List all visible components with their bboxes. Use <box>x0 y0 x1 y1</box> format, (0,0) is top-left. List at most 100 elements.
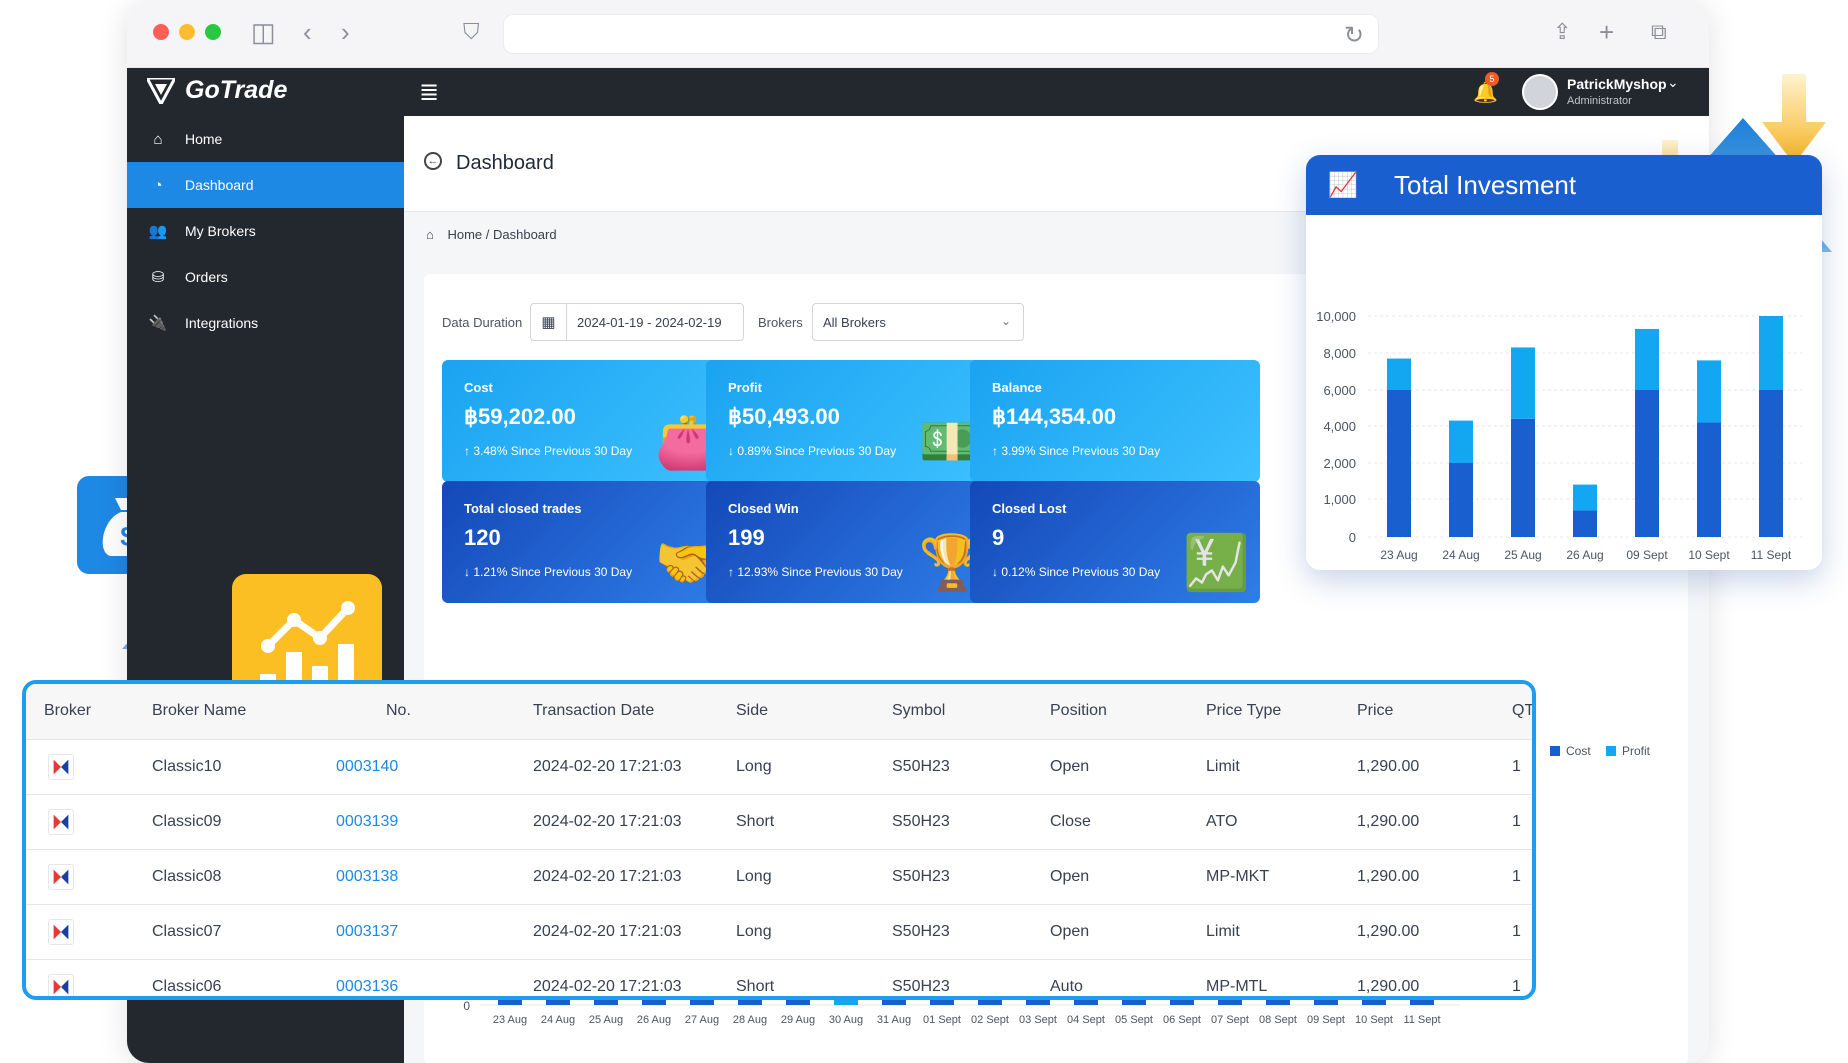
column-header-symbol[interactable]: Symbol <box>892 702 945 720</box>
chevron-down-icon: ⌄ <box>1000 314 1011 328</box>
y-tick-label: 0 <box>463 999 470 1013</box>
column-header-position[interactable]: Position <box>1050 702 1107 720</box>
table-row[interactable]: Classic08 0003138 2024-02-20 17:21:03 Lo… <box>26 850 1532 905</box>
x-tick-label: 10 Sept <box>1355 1014 1393 1026</box>
dashboard-icon: ◔ <box>153 176 163 194</box>
back-icon[interactable]: ‹ <box>303 18 312 46</box>
column-header-price[interactable]: Price <box>1357 702 1393 720</box>
bar-segment-dark <box>1573 510 1597 537</box>
card-title: Closed Win <box>728 501 799 516</box>
profit-card[interactable]: Profit ฿50,493.00 ↓ 0.89% Since Previous… <box>706 360 996 482</box>
cell-price-type: Limit <box>1206 758 1240 775</box>
cell-qty: 1 <box>1512 978 1521 995</box>
x-tick-label: 31 Aug <box>877 1014 911 1026</box>
sidebar-item-my-brokers[interactable]: 👥 My Brokers <box>127 208 404 254</box>
y-tick-label: 8,000 <box>1323 346 1356 361</box>
cell-symbol: S50H23 <box>892 813 950 830</box>
tabs-overview-icon[interactable]: ⧉ <box>1651 18 1667 46</box>
table-row[interactable]: Classic10 0003140 2024-02-20 17:21:03 Lo… <box>26 740 1532 795</box>
share-icon[interactable]: ⇪ <box>1553 18 1571 46</box>
minimize-window-button[interactable] <box>179 24 195 40</box>
reload-icon[interactable]: ↻ <box>1344 21 1364 50</box>
breadcrumb-home-icon[interactable]: ⌂ <box>426 227 434 242</box>
user-menu-chevron-icon[interactable]: ⌄ <box>1667 74 1679 91</box>
user-name[interactable]: PatrickMyshop <box>1567 76 1667 92</box>
cell-symbol: S50H23 <box>892 978 950 995</box>
x-tick-label: 24 Aug <box>541 1014 575 1026</box>
breadcrumb: ⌂ Home / Dashboard <box>426 227 557 242</box>
column-header-no[interactable]: No. <box>386 702 411 720</box>
card-title: Cost <box>464 380 493 395</box>
cell-side: Long <box>736 923 772 940</box>
gotrade-logo-icon <box>147 77 175 104</box>
cell-no-link[interactable]: 0003137 <box>336 923 398 941</box>
column-header-side[interactable]: Side <box>736 702 768 720</box>
closed-lost-card[interactable]: Closed Lost 9 ↓ 0.12% Since Previous 30 … <box>970 481 1260 603</box>
sidebar-item-label: Dashboard <box>185 177 254 193</box>
bar-segment-light <box>1697 360 1721 423</box>
cell-date: 2024-02-20 17:21:03 <box>533 868 682 885</box>
table-row[interactable]: Classic06 0003136 2024-02-20 17:21:03 Sh… <box>26 960 1532 996</box>
cell-qty: 1 <box>1512 758 1521 775</box>
date-range-input[interactable]: ▦ 2024-01-19 - 2024-02-19 <box>530 303 744 341</box>
column-header-qty[interactable]: QT <box>1512 702 1532 720</box>
shield-icon[interactable]: ⛉ <box>463 18 480 46</box>
sidebar-toggle-icon[interactable]: ◫ <box>251 18 276 46</box>
cell-price: 1,290.00 <box>1357 868 1420 885</box>
close-window-button[interactable] <box>153 24 169 40</box>
cell-no-link[interactable]: 0003139 <box>336 813 398 831</box>
balance-card[interactable]: Balance ฿144,354.00 ↑ 3.99% Since Previo… <box>970 360 1260 482</box>
cell-price-type: Limit <box>1206 923 1240 940</box>
legend-label: Cost <box>1566 744 1591 758</box>
forward-icon[interactable]: › <box>341 18 350 46</box>
breadcrumb-text[interactable]: Home / Dashboard <box>447 227 556 242</box>
cell-no-link[interactable]: 0003138 <box>336 868 398 886</box>
brand-logo[interactable]: GoTrade <box>147 76 287 105</box>
bar-segment-dark <box>1635 390 1659 537</box>
cell-symbol: S50H23 <box>892 923 950 940</box>
cell-side: Long <box>736 868 772 885</box>
sidebar-item-dashboard[interactable]: ◔ Dashboard <box>127 162 404 208</box>
table-row[interactable]: Classic07 0003137 2024-02-20 17:21:03 Lo… <box>26 905 1532 960</box>
cost-card[interactable]: Cost ฿59,202.00 ↑ 3.48% Since Previous 3… <box>442 360 732 482</box>
x-tick-label: 08 Sept <box>1259 1014 1297 1026</box>
sidebar-item-integrations[interactable]: 🔌 Integrations <box>127 300 404 346</box>
broker-logo-icon <box>48 754 74 780</box>
cell-price-type: MP-MKT <box>1206 868 1270 885</box>
card-change: ↓ 0.89% Since Previous 30 Day <box>728 444 897 458</box>
user-avatar[interactable] <box>1522 74 1558 110</box>
cell-position: Open <box>1050 923 1090 940</box>
bar-segment-light <box>1759 316 1783 390</box>
new-tab-icon[interactable]: + <box>1599 18 1614 46</box>
column-header-transaction-date[interactable]: Transaction Date <box>533 702 654 720</box>
bar-segment-dark <box>1449 463 1473 537</box>
sidebar-item-home[interactable]: ⌂ Home <box>127 116 404 162</box>
cell-no-link[interactable]: 0003140 <box>336 758 398 776</box>
broker-logo-icon <box>48 864 74 890</box>
closed-win-card[interactable]: Closed Win 199 ↑ 12.93% Since Previous 3… <box>706 481 996 603</box>
cell-broker-name: Classic09 <box>152 813 222 830</box>
maximize-window-button[interactable] <box>205 24 221 40</box>
cell-position: Open <box>1050 868 1090 885</box>
column-header-broker[interactable]: Broker <box>44 702 91 720</box>
cell-price: 1,290.00 <box>1357 923 1420 940</box>
cell-broker-name: Classic10 <box>152 758 222 775</box>
column-header-broker-name[interactable]: Broker Name <box>152 702 246 720</box>
total-investment-card[interactable]: 📈 Total Invesment 0 1,000 2,000 4,000 6,000 8… <box>1306 155 1822 570</box>
total-closed-trades-card[interactable]: Total closed trades 120 ↓ 1.21% Since Pr… <box>442 481 732 603</box>
url-bar[interactable]: ↻ <box>503 14 1379 54</box>
card-value: ฿144,354.00 <box>992 404 1117 429</box>
column-header-price-type[interactable]: Price Type <box>1206 702 1281 720</box>
y-tick-label: 1,000 <box>1323 492 1356 507</box>
brokers-select[interactable]: All Brokers ⌄ <box>812 303 1024 341</box>
menu-toggle-icon[interactable]: ≣ <box>419 78 439 107</box>
sidebar-item-orders[interactable]: ⛁ Orders <box>127 254 404 300</box>
bar-segment-dark <box>1759 390 1783 537</box>
back-arrow-icon[interactable]: ← <box>424 152 442 170</box>
x-tick-label: 09 Sept <box>1307 1014 1345 1026</box>
bar-segment-dark <box>1697 422 1721 537</box>
duration-label: Data Duration <box>442 315 523 330</box>
cell-no-link[interactable]: 0003136 <box>336 978 398 996</box>
table-row[interactable]: Classic09 0003139 2024-02-20 17:21:03 Sh… <box>26 795 1532 850</box>
cell-broker-name: Classic07 <box>152 923 222 940</box>
